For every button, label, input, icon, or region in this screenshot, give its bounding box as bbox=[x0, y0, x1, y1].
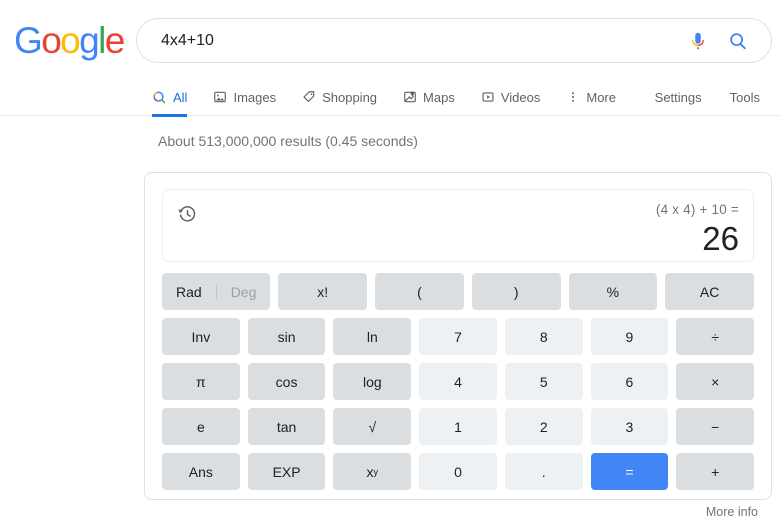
key-log[interactable]: log bbox=[333, 363, 412, 400]
logo-letter-e: e bbox=[104, 20, 126, 61]
key-3[interactable]: 3 bbox=[590, 408, 669, 445]
key-ln[interactable]: ln bbox=[333, 318, 412, 355]
calculator-result: 26 bbox=[702, 220, 739, 257]
image-icon bbox=[214, 91, 227, 103]
key-divide[interactable]: ÷ bbox=[676, 318, 755, 355]
tab-label: Videos bbox=[500, 89, 541, 105]
tag-icon bbox=[303, 91, 315, 103]
tab-label: All bbox=[173, 89, 188, 105]
calculator-keypad: Rad Deg x! ( ) % AC Inv sin ln 7 8 9 ÷ π… bbox=[162, 273, 755, 490]
nav-tabs: All Images Shopping Maps Videos More bbox=[152, 78, 616, 117]
tab-images[interactable]: Images bbox=[213, 78, 276, 116]
key-4[interactable]: 4 bbox=[419, 363, 497, 400]
key-pi[interactable]: π bbox=[162, 363, 240, 400]
key-equals[interactable]: = bbox=[590, 453, 669, 490]
key-minus[interactable]: − bbox=[676, 408, 755, 445]
key-decimal[interactable]: . bbox=[504, 453, 583, 490]
logo-letter-g1: G bbox=[14, 20, 43, 61]
keypad-row: Inv sin ln 7 8 9 ÷ bbox=[162, 318, 755, 355]
calculator-display: (4 x 4) + 10 = 26 bbox=[162, 189, 754, 262]
power-exponent: y bbox=[373, 466, 379, 477]
key-square-root[interactable]: √ bbox=[333, 408, 412, 445]
key-multiply[interactable]: × bbox=[676, 363, 755, 400]
more-vertical-icon bbox=[572, 92, 575, 102]
search-icon bbox=[153, 90, 166, 103]
keypad-row: Rad Deg x! ( ) % AC bbox=[162, 273, 754, 310]
key-1[interactable]: 1 bbox=[419, 408, 497, 445]
play-box-icon bbox=[482, 92, 494, 102]
key-5[interactable]: 5 bbox=[504, 363, 583, 400]
key-rad[interactable]: Rad bbox=[162, 284, 216, 300]
tab-label: Maps bbox=[423, 89, 455, 105]
tab-all[interactable]: All bbox=[152, 78, 188, 117]
key-sin[interactable]: sin bbox=[247, 318, 326, 355]
map-pin-icon bbox=[404, 91, 416, 103]
nav-tabs-bar: All Images Shopping Maps Videos More Set… bbox=[0, 78, 780, 117]
key-exponent[interactable]: EXP bbox=[247, 453, 326, 490]
search-bar-icons bbox=[687, 30, 771, 52]
key-close-paren[interactable]: ) bbox=[471, 273, 561, 310]
search-icon[interactable] bbox=[727, 30, 749, 52]
tab-videos[interactable]: Videos bbox=[481, 78, 541, 116]
logo-letter-o2: o bbox=[60, 20, 81, 61]
tools-button[interactable]: Tools bbox=[730, 90, 760, 105]
settings-button[interactable]: Settings bbox=[655, 90, 702, 105]
key-8[interactable]: 8 bbox=[504, 318, 583, 355]
key-rad-deg-toggle[interactable]: Rad Deg bbox=[162, 273, 271, 310]
key-plus[interactable]: + bbox=[676, 453, 755, 490]
tab-label: Shopping bbox=[322, 89, 378, 105]
more-info-link[interactable]: More info bbox=[706, 505, 758, 519]
key-deg[interactable]: Deg bbox=[217, 284, 271, 300]
key-cos[interactable]: cos bbox=[247, 363, 326, 400]
key-e[interactable]: e bbox=[162, 408, 240, 445]
tab-more[interactable]: More bbox=[566, 78, 616, 116]
key-answer[interactable]: Ans bbox=[162, 453, 240, 490]
key-tan[interactable]: tan bbox=[247, 408, 326, 445]
calculator-expression: (4 x 4) + 10 = bbox=[655, 202, 739, 217]
page-header: Google bbox=[0, 0, 780, 78]
key-factorial[interactable]: x! bbox=[278, 273, 368, 310]
key-open-paren[interactable]: ( bbox=[375, 273, 464, 310]
google-logo[interactable]: Google bbox=[14, 20, 126, 61]
calculator-widget: (4 x 4) + 10 = 26 Rad Deg x! ( ) % AC In… bbox=[144, 172, 772, 500]
logo-letter-o1: o bbox=[41, 20, 62, 61]
power-base: x bbox=[366, 463, 374, 480]
logo-letter-l: l bbox=[98, 20, 106, 61]
keypad-row: e tan √ 1 2 3 − bbox=[162, 408, 755, 445]
tab-label: More bbox=[586, 89, 616, 105]
key-all-clear[interactable]: AC bbox=[665, 273, 754, 310]
keypad-row: Ans EXP xy 0 . = + bbox=[162, 453, 755, 490]
search-input[interactable] bbox=[137, 31, 687, 50]
result-stats: About 513,000,000 results (0.45 seconds) bbox=[158, 133, 418, 149]
keypad-row: π cos log 4 5 6 × bbox=[162, 363, 755, 400]
microphone-icon[interactable] bbox=[687, 30, 709, 52]
nav-right-actions: Settings Tools bbox=[655, 78, 760, 116]
key-power[interactable]: xy bbox=[333, 453, 412, 490]
key-7[interactable]: 7 bbox=[419, 318, 497, 355]
tab-maps[interactable]: Maps bbox=[403, 78, 455, 116]
key-9[interactable]: 9 bbox=[590, 318, 669, 355]
key-6[interactable]: 6 bbox=[590, 363, 669, 400]
tab-label: Images bbox=[233, 89, 277, 105]
key-2[interactable]: 2 bbox=[504, 408, 583, 445]
search-bar[interactable] bbox=[136, 18, 772, 63]
key-inverse[interactable]: Inv bbox=[162, 318, 240, 355]
key-0[interactable]: 0 bbox=[419, 453, 497, 490]
tab-shopping[interactable]: Shopping bbox=[302, 78, 377, 116]
logo-letter-g2: g bbox=[79, 20, 100, 61]
key-percent[interactable]: % bbox=[568, 273, 658, 310]
history-icon[interactable] bbox=[177, 204, 198, 225]
